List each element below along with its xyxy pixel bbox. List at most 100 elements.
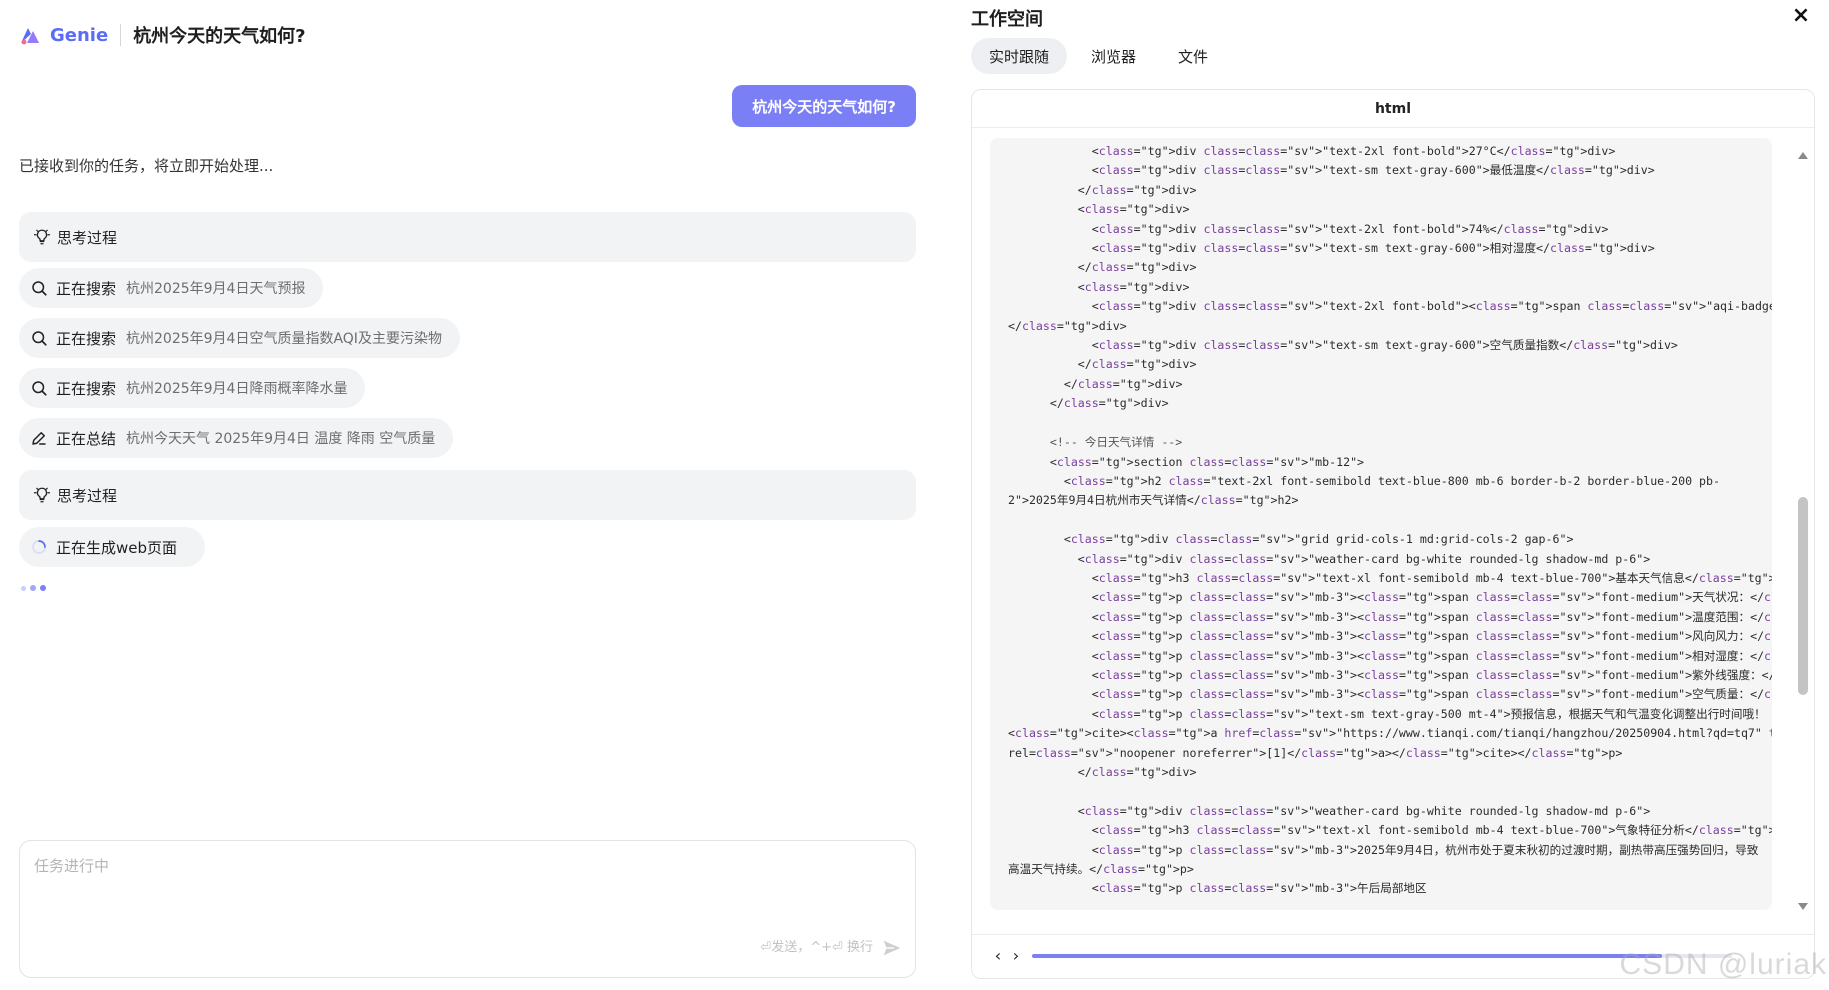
code-token: class: [1245, 241, 1281, 256]
scroll-up-arrow-icon[interactable]: [1796, 148, 1810, 162]
code-token: class: [1517, 609, 1553, 624]
code-token: class: [1764, 609, 1772, 624]
prev-step-icon[interactable]: ‹: [990, 947, 1006, 965]
step-query: 杭州2025年9月4日降雨概率降水量: [126, 381, 348, 397]
step-query: 杭州2025年9月4日空气质量指数AQI及主要污染物: [126, 331, 442, 347]
code-token: class: [1587, 299, 1623, 314]
code-token: class: [1098, 823, 1134, 838]
typing-indicator: [21, 585, 46, 591]
code-token: class: [1517, 687, 1553, 702]
step-item-generating[interactable]: 正在生成web页面: [19, 527, 206, 567]
header-divider: [120, 24, 122, 46]
genie-logo-icon: [21, 28, 39, 45]
code-token: class: [1056, 454, 1092, 469]
ack-message: 已接收到你的任务，将立即开始处理...: [19, 157, 274, 175]
send-icon[interactable]: [881, 937, 903, 959]
playback-progress-fill: [1032, 954, 1662, 958]
code-token: class: [1764, 687, 1772, 702]
step-item-summarize[interactable]: 正在总结 杭州今天天气 2025年9月4日 温度 降雨 空气质量: [19, 418, 454, 458]
close-workspace-button[interactable]: ×: [1789, 4, 1813, 28]
step-item-search-3[interactable]: 正在搜索 杭州2025年9月4日降雨概率降水量: [19, 368, 366, 408]
code-panel[interactable]: <class="tg">div class=class="sv">"text-2…: [990, 138, 1772, 910]
code-token: class: [1364, 648, 1399, 663]
tab-live-follow[interactable]: 实时跟随: [971, 38, 1068, 74]
thinking-label: 思考过程: [57, 486, 118, 505]
thinking-label: 思考过程: [57, 228, 118, 247]
brand-name[interactable]: Genie: [50, 25, 108, 46]
code-token: class: [1091, 182, 1127, 197]
code-token: class: [1098, 667, 1134, 682]
code-token: class: [1231, 590, 1267, 605]
code-token: class: [1098, 609, 1134, 624]
code-token: class: [1189, 706, 1225, 721]
code-token: class: [1517, 667, 1553, 682]
pencil-icon: [29, 428, 49, 448]
search-icon: [29, 328, 49, 348]
code-token: class: [1070, 532, 1106, 547]
code-token: class: [1098, 338, 1134, 353]
user-message-bubble: 杭州今天的天气如何?: [732, 85, 916, 127]
app-root: Genie 杭州今天的天气如何? 杭州今天的天气如何? 已接收到你的任务，将立即…: [0, 0, 1829, 990]
code-token: class: [1238, 570, 1274, 585]
search-icon: [29, 278, 49, 298]
next-step-icon[interactable]: ›: [1008, 947, 1024, 965]
code-token: class: [1364, 590, 1399, 605]
code-token: class: [1196, 823, 1232, 838]
code-token: class: [1475, 299, 1511, 314]
scroll-down-arrow-icon[interactable]: [1796, 900, 1810, 914]
step-item-search-1[interactable]: 正在搜索 杭州2025年9月4日天气预报: [19, 268, 324, 308]
code-token: class: [1475, 648, 1511, 663]
task-input[interactable]: [34, 855, 894, 915]
code-token: class: [1764, 590, 1772, 605]
step-verb: 正在搜索: [56, 329, 117, 348]
chat-input-box: ⏎发送，^+⏎ 换行: [19, 840, 916, 978]
code-token: class: [1098, 299, 1134, 314]
workspace-pane: 工作空间 × 实时跟随 浏览器 文件 html <class="tg">div …: [960, 0, 1829, 990]
chat-title: 杭州今天的天气如何?: [133, 26, 306, 47]
code-token: class: [1063, 396, 1099, 411]
code-token: class: [1168, 473, 1204, 488]
code-token: class: [1259, 726, 1295, 741]
code-content: <class="tg">div class=class="sv">"text-2…: [1008, 142, 1772, 899]
code-token: class: [1103, 862, 1139, 877]
code-token: class: [1475, 590, 1511, 605]
code-token: class: [1098, 706, 1134, 721]
code-token: class: [1475, 667, 1511, 682]
code-token: class: [1175, 532, 1211, 547]
code-token: class: [1203, 241, 1239, 256]
scrollbar[interactable]: [1798, 168, 1808, 896]
code-token: class: [1245, 338, 1281, 353]
code-token: class: [1098, 163, 1134, 178]
code-token: class: [1189, 454, 1225, 469]
step-query: 杭州2025年9月4日天气预报: [126, 281, 306, 297]
code-token: class: [1035, 745, 1071, 760]
code-token: class: [1231, 881, 1267, 896]
code-token: class: [1133, 726, 1169, 741]
search-icon: [29, 378, 49, 398]
code-token: class: [1550, 163, 1585, 178]
scrollbar-thumb[interactable]: [1798, 497, 1808, 695]
tab-files[interactable]: 文件: [1160, 38, 1226, 74]
code-token: class: [1231, 551, 1267, 566]
code-token: class: [1070, 473, 1106, 488]
code-token: class: [1475, 629, 1511, 644]
thinking-process-toggle[interactable]: 思考过程: [19, 470, 916, 520]
typing-dot: [21, 585, 26, 591]
code-token: class: [1098, 570, 1134, 585]
lightbulb-icon: [33, 487, 51, 503]
code-token: class: [1098, 629, 1134, 644]
code-token: class: [1231, 648, 1267, 663]
code-token: class: [1098, 221, 1134, 236]
code-token: class: [1189, 803, 1225, 818]
step-item-search-2[interactable]: 正在搜索 杭州2025年9月4日空气质量指数AQI及主要污染物: [19, 318, 460, 358]
code-token: class: [1764, 629, 1772, 644]
code-token: class: [1231, 803, 1267, 818]
typing-dot: [40, 585, 46, 591]
code-token: class: [1077, 376, 1113, 391]
code-token: class: [1084, 279, 1120, 294]
tab-browser[interactable]: 浏览器: [1073, 38, 1154, 74]
code-token: class: [1231, 629, 1267, 644]
code-token: class: [1517, 648, 1553, 663]
thinking-process-toggle[interactable]: 思考过程: [19, 212, 916, 262]
code-token: class: [1231, 687, 1267, 702]
